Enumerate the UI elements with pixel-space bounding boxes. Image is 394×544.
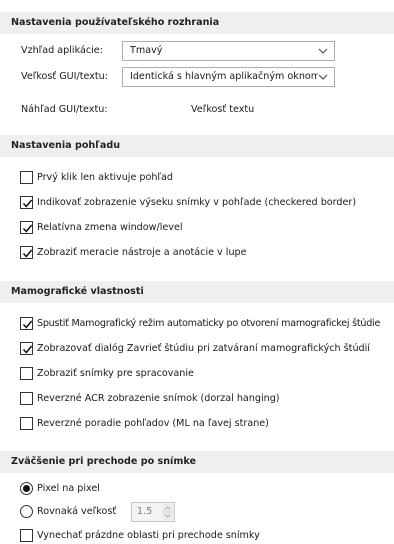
equal-size-value: 1.5	[137, 506, 153, 517]
checkbox-box[interactable]	[20, 246, 33, 259]
spin-arrows-icon[interactable]	[162, 504, 173, 520]
radio-label: Rovnaká veľkosť	[37, 506, 117, 517]
checkbox-box[interactable]	[20, 392, 33, 405]
view-settings-header: Nastavenia pohľadu	[0, 135, 394, 157]
checkmark-icon	[22, 320, 33, 329]
ui-settings-header: Nastavenia používateľského rozhrania	[0, 12, 394, 34]
checkbox-box[interactable]	[20, 171, 33, 184]
checkbox-label: Prvý klik len aktivuje pohľad	[37, 172, 173, 183]
radio-selected-dot	[23, 485, 30, 492]
radio-label: Pixel na pixel	[37, 483, 100, 494]
gui-size-label: Veľkosť GUI/textu:	[21, 71, 108, 82]
checkbox-box[interactable]	[20, 417, 33, 430]
checkbox-label: Reverzné poradie pohľadov (ML na ľavej s…	[37, 418, 269, 429]
checkbox-box[interactable]	[20, 342, 33, 355]
gui-size-select[interactable]: Identická s hlavným aplikačným oknom	[122, 67, 335, 87]
radio-button[interactable]	[20, 505, 33, 518]
preview-text: Veľkosť textu	[191, 104, 255, 115]
gui-size-value: Identická s hlavným aplikačným oknom	[130, 71, 321, 82]
chevron-down-icon	[318, 69, 328, 85]
checkmark-icon	[22, 345, 33, 354]
checkmark-icon	[22, 199, 33, 208]
zoom-header: Zväčšenie pri prechode po snímke	[0, 451, 394, 473]
checkbox-label: Indikovať zobrazenie výseku snímky v poh…	[37, 197, 357, 208]
appearance-label: Vzhľad aplikácie:	[21, 45, 103, 56]
checkmark-icon	[22, 249, 33, 258]
checkbox-label: Spustiť Mamografický režim automaticky p…	[37, 318, 381, 329]
checkbox-label: Zobraziť meracie nástroje a anotácie v l…	[37, 247, 247, 258]
preview-label: Náhľad GUI/textu:	[21, 104, 108, 115]
radio-button[interactable]	[20, 482, 33, 495]
checkbox-label: Relatívna zmena window/level	[37, 222, 183, 233]
checkbox-label: Zobrazovať dialóg Zavrieť štúdiu pri zat…	[37, 343, 370, 354]
chevron-down-icon	[318, 48, 328, 54]
appearance-value: Tmavý	[130, 45, 163, 56]
checkbox-label: Zobraziť snímky pre spracovanie	[37, 368, 194, 379]
checkbox-box[interactable]	[20, 317, 33, 330]
checkbox-box[interactable]	[20, 367, 33, 380]
checkbox-box[interactable]	[20, 529, 33, 542]
checkbox-box[interactable]	[20, 196, 33, 209]
equal-size-stepper[interactable]: 1.5	[131, 502, 175, 522]
checkbox-label: Reverzné ACR zobrazenie snímok (dorzal h…	[37, 393, 280, 404]
mammo-header: Mamografické vlastnosti	[0, 281, 394, 303]
checkbox-label: Vynechať prázdne oblasti pri prechode sn…	[37, 530, 260, 541]
checkbox-box[interactable]	[20, 221, 33, 234]
checkmark-icon	[22, 224, 33, 233]
appearance-select[interactable]: Tmavý	[122, 41, 335, 61]
